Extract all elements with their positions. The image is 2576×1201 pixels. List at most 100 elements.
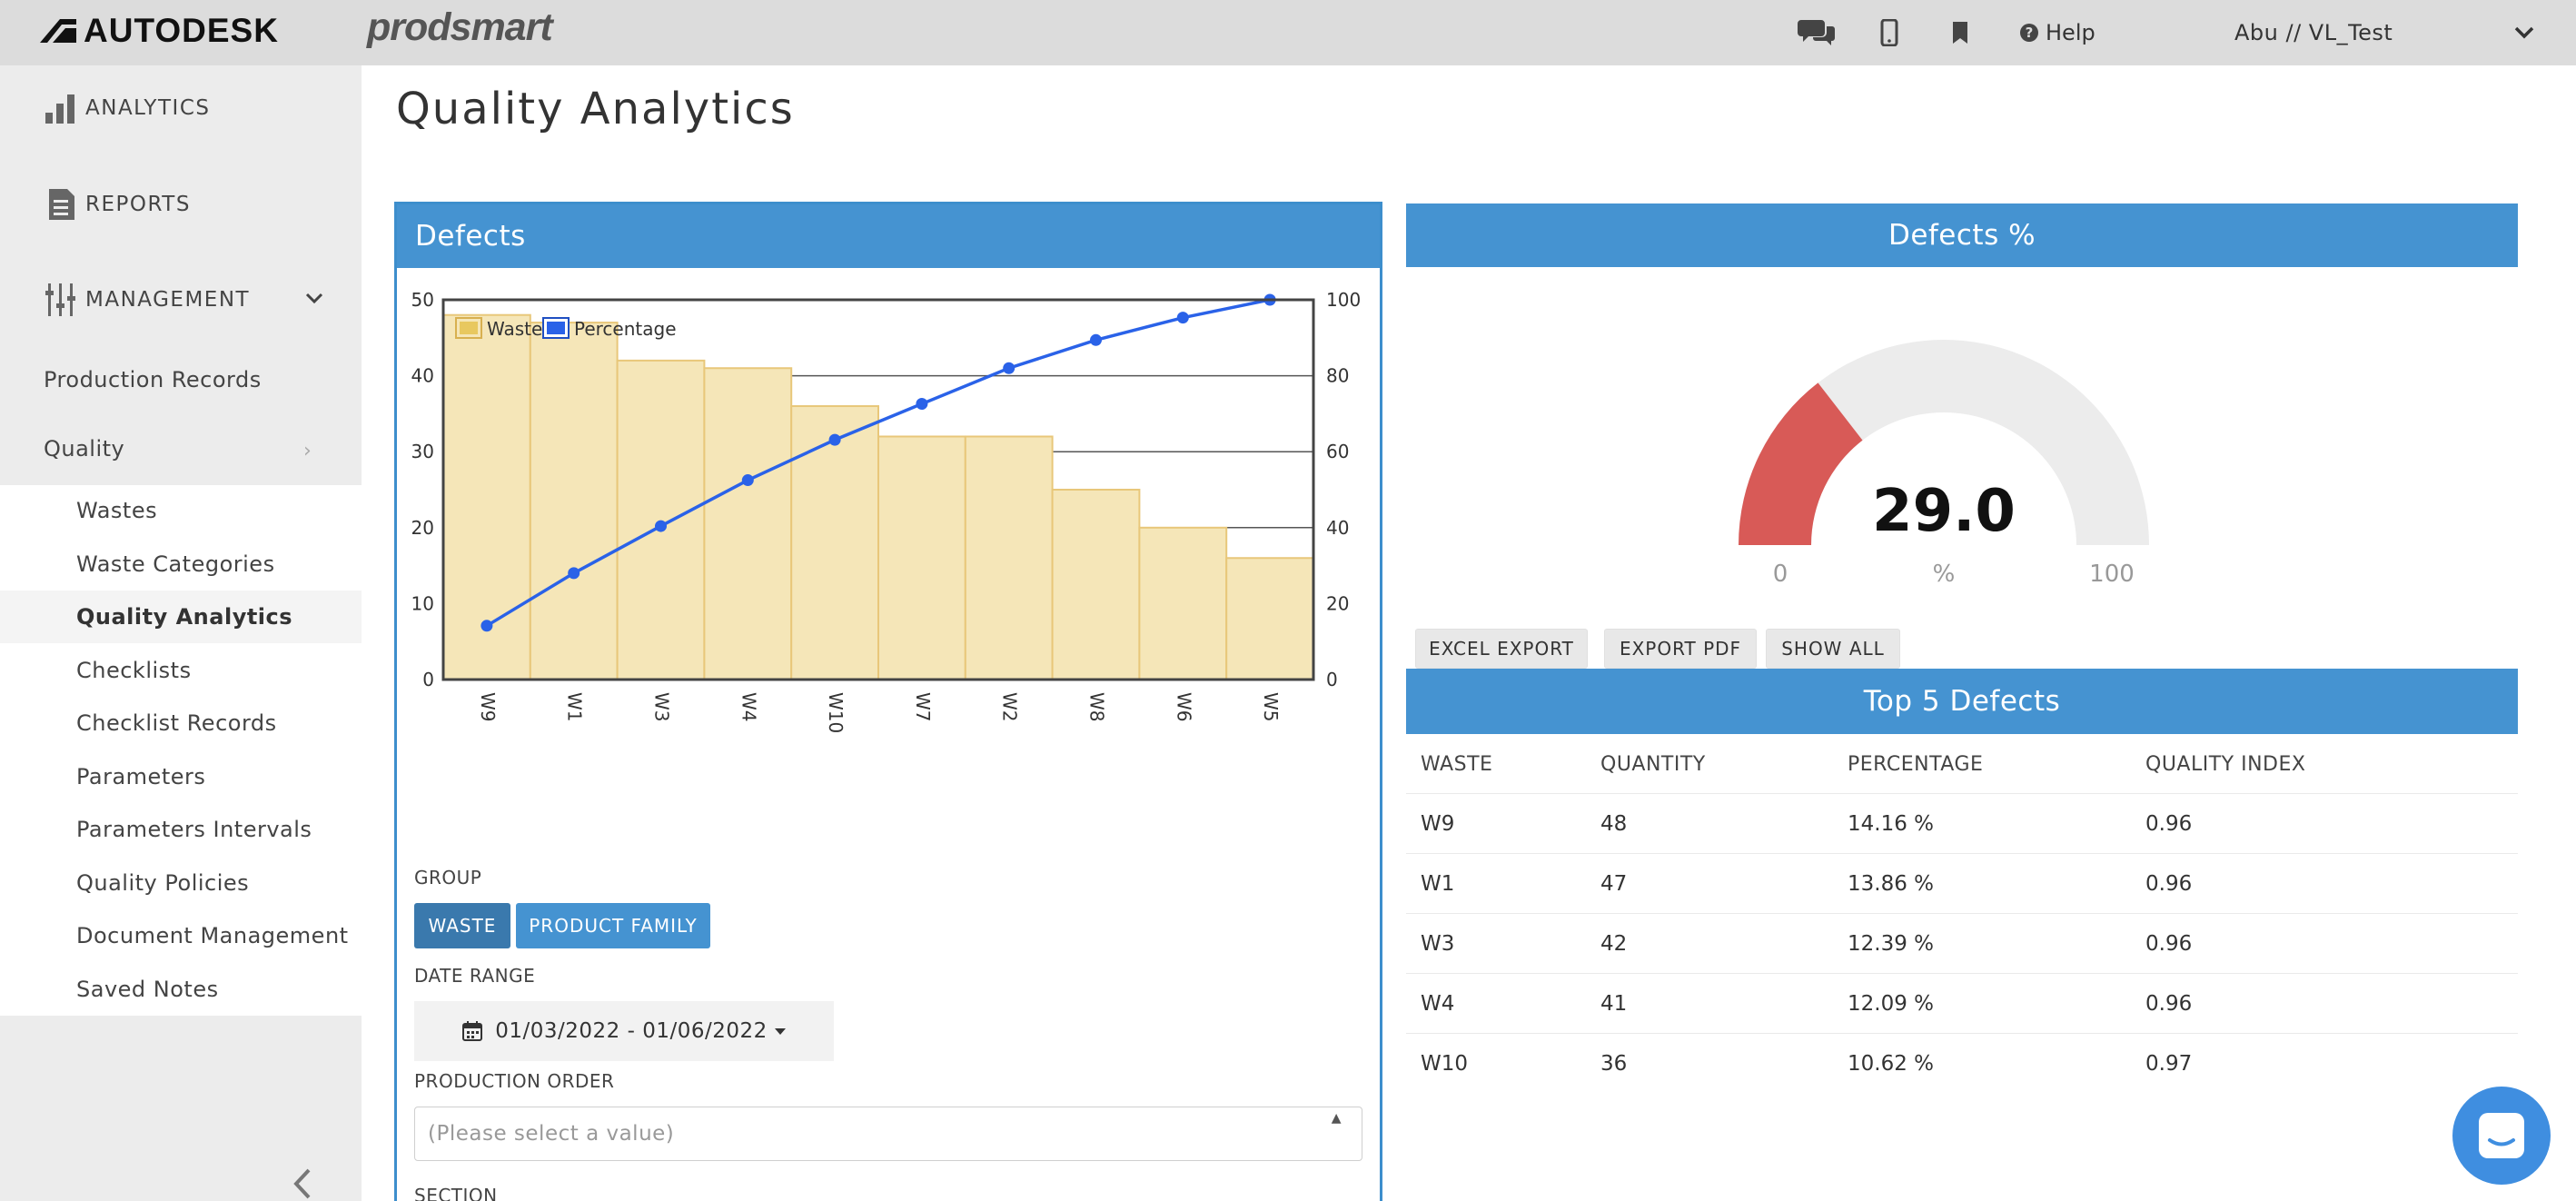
mobile-icon[interactable] [1877, 15, 1902, 51]
bar [964, 435, 1054, 680]
chevron-right-icon: › [303, 440, 312, 462]
cell-quantity: 47 [1600, 872, 1628, 896]
legend-label-waste: Waste [487, 318, 542, 340]
bar [703, 367, 793, 681]
chat-icon[interactable] [1797, 15, 1837, 51]
cell-percentage: 10.62 % [1848, 1052, 1935, 1076]
column-header-percentage: PERCENTAGE [1848, 752, 1984, 776]
sidebar-item-saved-notes[interactable]: Saved Notes [76, 977, 219, 1002]
sidebar-item-quality-policies[interactable]: Quality Policies [76, 870, 249, 896]
cell-percentage: 12.39 % [1848, 932, 1935, 956]
collapse-sidebar-icon[interactable] [289, 1166, 322, 1201]
percentage-point [1176, 312, 1189, 324]
calendar-icon [462, 1021, 483, 1041]
y-tick-label-left: 50 [411, 289, 434, 311]
sidebar-item-reports[interactable]: REPORTS [44, 187, 191, 222]
column-header-waste: WASTE [1421, 752, 1493, 776]
bar [529, 322, 619, 681]
support-chat-button[interactable] [2452, 1087, 2551, 1185]
group-waste-button[interactable]: WASTE [414, 903, 510, 948]
x-tick-label: W7 [912, 692, 934, 722]
gauge-value: 29.0 [1872, 478, 2016, 545]
sidebar-item-analytics[interactable]: ANALYTICS [44, 91, 210, 125]
date-range-picker[interactable]: 01/03/2022 - 01/06/2022 [414, 1001, 834, 1061]
y-tick-label-left: 40 [411, 365, 434, 387]
sidebar-item-waste-categories[interactable]: Waste Categories [76, 551, 275, 577]
cell-quality-index: 0.96 [2145, 872, 2193, 896]
x-tick-label: W6 [1173, 692, 1194, 722]
y-tick-label-left: 20 [411, 517, 434, 539]
cell-quantity: 41 [1600, 992, 1628, 1016]
percentage-point [828, 433, 841, 446]
sidebar-item-quality-analytics[interactable]: Quality Analytics [76, 604, 292, 630]
bar [616, 359, 706, 680]
sidebar-item-quality[interactable]: Quality [44, 436, 124, 462]
legend-label-percentage: Percentage [574, 318, 677, 340]
cell-percentage: 14.16 % [1848, 812, 1935, 836]
sidebar-item-wastes[interactable]: Wastes [76, 498, 157, 523]
sidebar-item-production-records[interactable]: Production Records [44, 367, 262, 392]
sidebar-item-parameters-intervals[interactable]: Parameters Intervals [76, 817, 312, 842]
cell-quality-index: 0.96 [2145, 812, 2193, 836]
cell-percentage: 12.09 % [1848, 992, 1935, 1016]
sidebar-item-management[interactable]: MANAGEMENT [44, 283, 250, 317]
gauge-max: 100 [2089, 561, 2135, 588]
production-order-select[interactable]: (Please select a value) ▲ [414, 1107, 1362, 1161]
sidebar-item-parameters[interactable]: Parameters [76, 764, 205, 789]
cell-quality-index: 0.96 [2145, 932, 2193, 956]
cell-quantity: 48 [1600, 812, 1628, 836]
defects-panel-title: Defects [397, 204, 1380, 268]
bar [1225, 557, 1315, 680]
x-tick-label: W8 [1086, 692, 1108, 722]
bar [1138, 526, 1228, 680]
sidebar-item-checklist-records[interactable]: Checklist Records [76, 710, 277, 736]
y-tick-label-right: 60 [1326, 441, 1349, 462]
chevron-down-icon[interactable] [2511, 15, 2538, 51]
sidebar-item-label: ANALYTICS [85, 96, 211, 120]
show-all-button[interactable]: SHOW ALL [1766, 629, 1900, 669]
cell-percentage: 13.86 % [1848, 872, 1935, 896]
date-range-value: 01/03/2022 - 01/06/2022 [495, 1019, 768, 1043]
legend-swatch-percentage-inner [547, 322, 565, 334]
y-tick-label-right: 0 [1326, 669, 1338, 690]
product-name: prodsmart [367, 5, 553, 49]
cell-quality-index: 0.97 [2145, 1052, 2193, 1076]
defects-pareto-chart: 0 10 20 30 40 50 0 20 40 60 80 100 W9 W1 W3 W4 W10 W7 W2 W8… [411, 289, 1362, 733]
user-menu[interactable]: Abu // VL_Test [2234, 15, 2393, 51]
help-link[interactable]: ? Help [2020, 15, 2095, 51]
sidebar-item-document-management[interactable]: Document Management [76, 923, 349, 948]
y-tick-label-right: 80 [1326, 365, 1349, 387]
autodesk-logo-icon [40, 19, 76, 43]
sidebar-item-label: MANAGEMENT [85, 288, 251, 312]
excel-export-button[interactable]: EXCEL EXPORT [1415, 629, 1588, 669]
y-tick-label-right: 20 [1326, 592, 1349, 614]
group-label: GROUP [414, 867, 482, 888]
y-tick-label-left: 30 [411, 441, 434, 462]
export-pdf-button[interactable]: EXPORT PDF [1604, 629, 1757, 669]
document-icon [44, 187, 78, 222]
table-row: W4 41 12.09 % 0.96 [1406, 974, 2518, 1034]
chevron-down-icon[interactable] [303, 287, 325, 309]
x-tick-label: W5 [1260, 692, 1282, 722]
percentage-point [655, 520, 667, 532]
group-product-family-button[interactable]: PRODUCT FAMILY [516, 903, 710, 948]
bar [877, 435, 966, 680]
section-label: SECTION [414, 1185, 498, 1201]
cell-waste: W1 [1421, 872, 1455, 896]
column-header-quality-index: QUALITY INDEX [2145, 752, 2306, 776]
percentage-point [481, 620, 493, 632]
cell-quality-index: 0.96 [2145, 992, 2193, 1016]
column-header-quantity: QUANTITY [1600, 752, 1706, 776]
date-range-label: DATE RANGE [414, 965, 536, 987]
help-label: Help [2046, 20, 2095, 45]
gauge-min: 0 [1772, 561, 1788, 588]
x-tick-label: W10 [825, 692, 847, 733]
sidebar-item-checklists[interactable]: Checklists [76, 658, 192, 683]
autodesk-logo[interactable]: AUTODESK [40, 12, 279, 49]
percentage-point [741, 474, 754, 487]
cell-waste: W4 [1421, 992, 1455, 1016]
cell-waste: W10 [1421, 1052, 1469, 1076]
gauge-unit: % [1932, 561, 1956, 588]
percentage-point [1090, 333, 1102, 346]
bookmark-icon[interactable] [1947, 15, 1973, 51]
